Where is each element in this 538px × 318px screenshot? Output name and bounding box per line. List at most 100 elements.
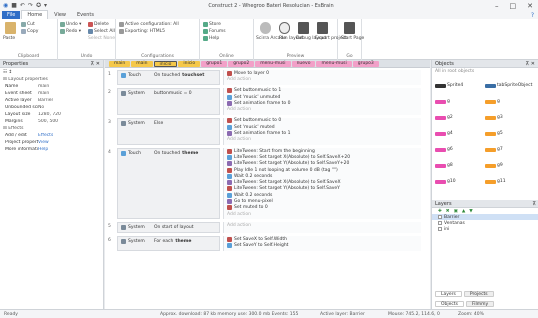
property-row[interactable]: Layout size 1280, 720 <box>0 111 103 118</box>
event-block[interactable]: 1 Touch On touched touchset Move to layer 0A… <box>105 70 423 85</box>
layer-visible-checkbox[interactable] <box>438 227 442 231</box>
add-action-link[interactable]: Add action <box>224 211 421 217</box>
object-item[interactable]: g8 <box>435 163 453 168</box>
actions-block[interactable]: LiteTween: Start from the beginning LiteT… <box>223 148 421 220</box>
condition-block[interactable]: System For each theme <box>117 236 220 251</box>
property-row[interactable]: Project propertiesView <box>0 139 103 146</box>
pin-icon[interactable]: ⊼ <box>532 201 536 207</box>
event-block[interactable]: 4 Touch On touched theme LiteTween: Start fr… <box>105 148 423 220</box>
save-icon[interactable]: ■ <box>11 2 17 9</box>
sheet-tab[interactable]: grupo1 <box>201 60 228 67</box>
condition-block[interactable]: Touch On touched touchset <box>117 70 220 85</box>
object-item[interactable]: tabSpriteObject <box>485 83 532 88</box>
pin-icon[interactable]: ⊼ ✕ <box>91 61 100 67</box>
property-value[interactable]: 500, 500 <box>38 119 58 124</box>
property-value[interactable]: 1280, 720 <box>38 112 61 117</box>
layer-visible-checkbox[interactable] <box>438 215 442 219</box>
sheet-tab[interactable]: menu-musi <box>316 60 352 67</box>
redo-button[interactable]: Redo ▾ <box>60 29 81 34</box>
condition-row[interactable]: System On start of layout <box>118 223 219 232</box>
property-value[interactable]: No <box>38 105 44 110</box>
object-item[interactable]: g3 <box>485 115 503 120</box>
object-item[interactable]: g11 <box>485 179 506 184</box>
condition-block[interactable]: System On start of layout <box>117 222 220 234</box>
condition-row[interactable]: System For each theme <box>118 237 219 246</box>
property-row[interactable]: Active layer Barrier <box>0 97 103 104</box>
condition-block[interactable]: System Else <box>117 117 220 145</box>
undo-button[interactable]: Undo ▾ <box>60 22 81 27</box>
layer-row[interactable]: ini <box>432 226 538 232</box>
object-item[interactable]: g10 <box>435 179 456 184</box>
event-block[interactable]: 6 System For each theme Set SaveX to Self.Wi… <box>105 236 423 251</box>
help-icon[interactable]: ? <box>531 12 538 19</box>
debug-layout-icon[interactable] <box>298 22 309 34</box>
property-value[interactable]: Barrier <box>38 98 53 103</box>
add-layer-icon[interactable]: ✚ <box>438 209 442 214</box>
undo-icon[interactable]: ↶ <box>20 2 25 9</box>
actions-block[interactable]: Set buttonmusic to 0 Set 'music' muted Set… <box>223 117 421 145</box>
property-value[interactable]: View <box>38 140 49 145</box>
menu-events[interactable]: Events <box>72 11 99 19</box>
export-project-icon[interactable] <box>317 22 328 34</box>
object-item[interactable]: g5 <box>485 131 503 136</box>
exporting-select[interactable]: Exporting: HTML5 <box>119 29 165 34</box>
menu-file[interactable]: File <box>2 11 21 19</box>
event-block[interactable]: 2 System buttonmusic = 0 Set buttonmusic to… <box>105 87 423 115</box>
object-item[interactable]: g7 <box>485 147 503 152</box>
copy-button[interactable]: Copy <box>21 29 38 34</box>
add-action-link[interactable]: Add action <box>224 76 421 82</box>
delete-layer-icon[interactable]: ✖ <box>446 209 450 214</box>
event-block[interactable]: 5 System On start of layout Add action <box>105 222 423 234</box>
add-action-link[interactable]: Add action <box>224 222 421 228</box>
tab-layers[interactable]: Layers <box>435 291 462 297</box>
condition-row[interactable]: Touch On touched touchset <box>118 71 219 80</box>
object-item[interactable]: g <box>485 99 500 104</box>
property-value[interactable]: Help <box>38 147 48 152</box>
sheet-tab[interactable]: grupo3 <box>352 60 379 67</box>
tab-objects[interactable]: Objects <box>435 301 465 307</box>
property-value[interactable]: main <box>38 84 49 89</box>
actions-block[interactable]: Add action <box>223 222 421 234</box>
pin-icon[interactable]: ⊼ ✕ <box>526 61 535 67</box>
sort-icon[interactable]: ☷ ↕ <box>0 70 12 75</box>
object-item[interactable]: g2 <box>435 115 453 120</box>
condition-row[interactable]: System buttonmusic = 0 <box>118 89 219 98</box>
object-item[interactable]: g <box>435 99 450 104</box>
select-none-button[interactable]: Select None <box>88 36 115 41</box>
action-row[interactable]: Set SaveY to Self.Height <box>224 243 421 249</box>
property-value[interactable]: Effects <box>38 133 53 138</box>
sheet-tab[interactable]: inicio <box>153 60 178 67</box>
move-up-icon[interactable]: ▲ <box>462 209 465 214</box>
layer-visible-checkbox[interactable] <box>438 221 442 225</box>
layout-properties-section[interactable]: ⊟ Layout properties <box>0 76 103 83</box>
paste-icon[interactable] <box>5 22 16 34</box>
store-button[interactable]: Store <box>203 22 221 27</box>
condition-row[interactable]: System Else <box>118 119 219 128</box>
minimize-button[interactable]: – <box>495 2 499 10</box>
actions-block[interactable]: Set SaveX to Self.Width Set SaveY to Self… <box>223 236 421 251</box>
tab-filmmy[interactable]: Filmmy <box>466 301 495 307</box>
property-row[interactable]: Unbounded scr...No <box>0 104 103 111</box>
property-row[interactable]: Name main <box>0 83 103 90</box>
effects-section[interactable]: ⊟ Effects <box>0 125 103 132</box>
object-item[interactable]: Sprite4 <box>435 83 463 88</box>
sheet-tab[interactable]: main <box>109 60 131 67</box>
objects-filter[interactable]: All in root objects <box>432 68 538 75</box>
home-icon[interactable] <box>344 22 355 34</box>
help-button[interactable]: Help <box>203 36 219 41</box>
property-row[interactable]: Event sheet main <box>0 90 103 97</box>
actions-block[interactable]: Move to layer 0 Add action <box>223 70 421 85</box>
property-row[interactable]: Add / edit Effects <box>0 132 103 139</box>
actions-block[interactable]: Set buttonmusic to 1 Set 'music' unmuted S… <box>223 87 421 115</box>
start-page-button[interactable]: Start Page <box>341 36 364 41</box>
sheet-tab[interactable]: nuevo <box>291 60 316 67</box>
object-item[interactable]: g9 <box>485 163 503 168</box>
lock-icon[interactable]: ▣ <box>454 209 458 214</box>
forums-button[interactable]: Forums <box>203 29 226 34</box>
property-value[interactable]: main <box>38 91 49 96</box>
object-item[interactable]: g6 <box>435 147 453 152</box>
maximize-button[interactable]: □ <box>510 2 517 10</box>
sheet-tab[interactable]: menu-musi <box>255 60 291 67</box>
property-row[interactable]: More informationHelp <box>0 146 103 153</box>
cut-button[interactable]: Cut <box>21 22 35 27</box>
